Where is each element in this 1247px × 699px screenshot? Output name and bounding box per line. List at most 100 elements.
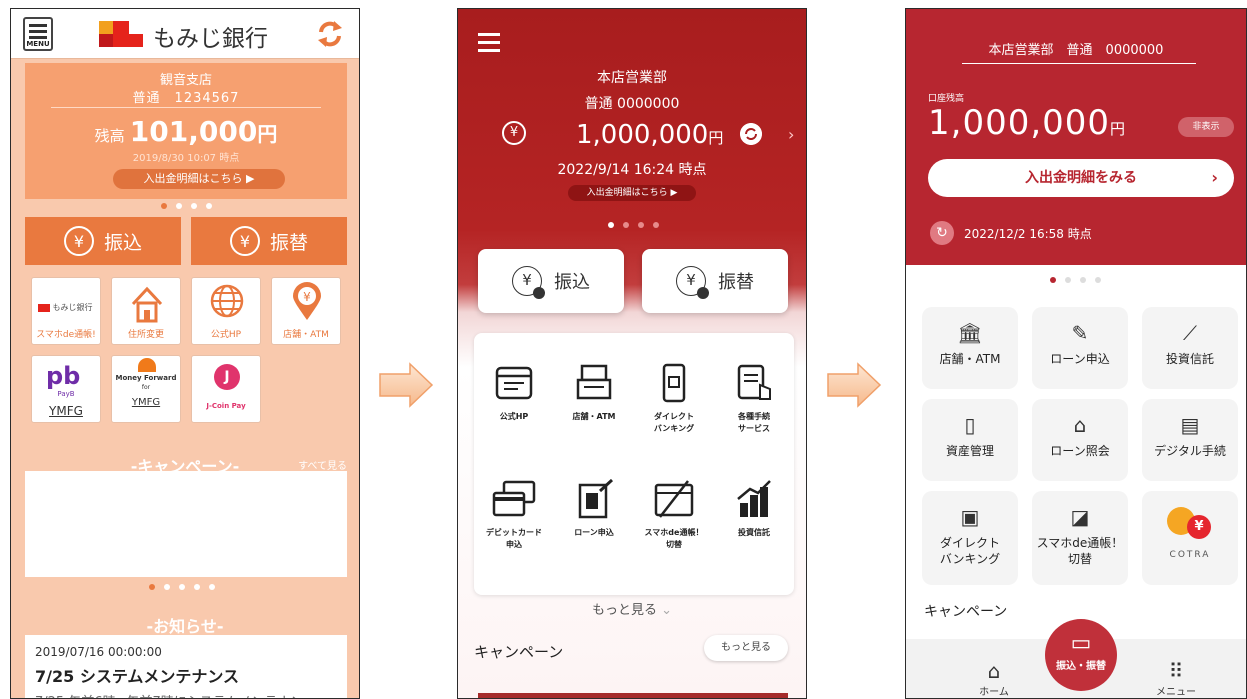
tile-label: デジタル手続 xyxy=(1154,444,1226,458)
account-header: 本店営業部 普通 0000000 口座残高 1,000,000円 非表示 入出金… xyxy=(906,9,1246,265)
smartphone-bank-icon xyxy=(662,363,686,403)
refresh-icon[interactable]: ↻ xyxy=(930,221,954,245)
menu-item-label: ローン申込 xyxy=(574,528,614,537)
tile-label: スマホde通帳！ 切替 xyxy=(1036,536,1124,566)
refresh-icon[interactable] xyxy=(315,19,345,49)
menu-item-passbook-switch[interactable]: スマホde通帳！ 切替 xyxy=(634,479,714,551)
hide-balance-icon[interactable]: ¥ xyxy=(502,121,526,145)
menu-item-loan-apply[interactable]: ローン申込 xyxy=(554,478,634,539)
balance-unit: 円 xyxy=(257,122,278,146)
balance-timestamp: 2022/12/2 16:58 時点 xyxy=(964,227,1092,241)
menu-item-procedures[interactable]: 各種手続 サービス xyxy=(714,363,794,435)
campaign-banner[interactable] xyxy=(478,693,788,698)
grid-menu-icon: ⠿ xyxy=(1168,659,1184,683)
tab-menu[interactable]: ⠿ メニュー xyxy=(1126,659,1226,698)
exchange-button[interactable]: ¥ 振替 xyxy=(191,217,347,265)
payb-logo-icon: pb xyxy=(46,362,81,390)
exchange-button[interactable]: ¥ 振替 xyxy=(642,249,788,313)
transaction-detail-button[interactable]: 入出金明細をみる › xyxy=(928,159,1234,197)
tile-investment[interactable]: ⟋ 投資信託 xyxy=(1142,307,1238,389)
menu-button[interactable]: MENU xyxy=(23,17,53,51)
tile-label: COTRA xyxy=(1169,550,1211,560)
header-bar: MENU もみじ銀行 xyxy=(11,9,359,59)
tile-label: YMFG xyxy=(49,404,83,418)
menu-item-investment[interactable]: 投資信託 xyxy=(714,479,794,539)
branch-name: 観音支店 xyxy=(159,73,212,88)
campaign-more-button[interactable]: もっと見る xyxy=(704,635,788,661)
tile-address-change[interactable]: 住所変更 xyxy=(111,277,181,345)
balance-timestamp: 2022/9/14 16:24 時点 xyxy=(557,162,707,178)
jcoin-logo-icon: J xyxy=(214,364,240,390)
passbook-icon: ◪ xyxy=(1070,505,1090,529)
tile-money-forward[interactable]: Money Forward for YMFG xyxy=(111,355,181,423)
app-screen-old: MENU もみじ銀行 観音支店 普通 1234567 残高 101,000円 2… xyxy=(10,8,360,699)
refresh-icon[interactable] xyxy=(740,123,762,145)
credit-card-icon xyxy=(492,480,536,517)
tile-atm[interactable]: ¥ 店舗・ATM xyxy=(271,277,341,345)
tile-passbook-switch[interactable]: ◪ スマホde通帳！ 切替 xyxy=(1032,491,1128,585)
svg-text:¥: ¥ xyxy=(303,290,311,304)
carousel-dots xyxy=(161,203,212,209)
menu-item-direct-banking[interactable]: ダイレクト バンキング xyxy=(634,363,714,435)
transfer-button[interactable]: ¥ 振込 xyxy=(25,217,181,265)
transaction-detail-link[interactable]: 入出金明細はこちら ▶ xyxy=(113,169,285,189)
app-screen-new: 本店営業部 普通 0000000 口座残高 1,000,000円 非表示 入出金… xyxy=(905,8,1247,699)
bank-name: もみじ銀行 xyxy=(153,26,268,52)
bank-icon: 🏛 xyxy=(957,321,983,345)
branch-name: 本店営業部 xyxy=(597,70,667,86)
tile-loan-apply[interactable]: ✎ ローン申込 xyxy=(1032,307,1128,389)
tile-label: 店舗・ATM xyxy=(283,330,329,340)
atm-icon xyxy=(576,364,612,400)
see-all-link[interactable]: すべて見る xyxy=(298,457,347,472)
tile-loan-inquiry[interactable]: ⌂ ローン照会 xyxy=(1032,399,1128,481)
tile-jcoin-pay[interactable]: J J-Coin Pay xyxy=(191,355,261,423)
tab-home[interactable]: ⌂ ホーム xyxy=(944,659,1044,698)
cotra-logo-icon: ¥ xyxy=(1167,503,1213,543)
tile-official-site[interactable]: 公式HP xyxy=(191,277,261,345)
next-account-chevron-icon[interactable]: › xyxy=(788,125,794,144)
tile-direct-banking[interactable]: ▣ ダイレクト バンキング xyxy=(922,491,1018,585)
hide-balance-button[interactable]: 非表示 xyxy=(1178,117,1234,137)
tile-atm[interactable]: 🏛 店舗・ATM xyxy=(922,307,1018,389)
yen-transfer-icon: ¥ xyxy=(512,266,545,299)
chevron-down-icon: ⌄ xyxy=(661,603,673,618)
tile-asset-management[interactable]: ▯ 資産管理 xyxy=(922,399,1018,481)
chevron-right-icon: › xyxy=(1211,168,1218,187)
tile-passbook[interactable]: もみじ銀行 スマホde通帳! xyxy=(31,277,101,345)
tile-cotra[interactable]: ¥ COTRA xyxy=(1142,491,1238,585)
menu-item-atm[interactable]: 店舗・ATM xyxy=(554,363,634,423)
transfer-button[interactable]: ¥ 振込 xyxy=(478,249,624,313)
menu-item-official-site[interactable]: 公式HP xyxy=(474,363,554,423)
show-more-link[interactable]: もっと見る ⌄ xyxy=(458,599,806,618)
tile-label: 公式HP xyxy=(210,330,242,340)
transfer-label: 振込 xyxy=(554,272,590,293)
bar-chart-icon xyxy=(737,480,771,517)
tile-label: ダイレクト バンキング xyxy=(939,536,1001,566)
home-icon: ⌂ xyxy=(987,659,1001,683)
tile-label: YMFG xyxy=(131,397,161,408)
yen-exchange-icon: ¥ xyxy=(229,226,260,256)
tile-payb[interactable]: pb PayB YMFG xyxy=(31,355,101,423)
tile-label: J-Coin Pay xyxy=(206,402,246,410)
arrow-right-icon xyxy=(379,362,434,408)
menu-item-debit-card[interactable]: デビットカード 申込 xyxy=(474,479,554,551)
money-forward-logo-icon xyxy=(138,358,156,372)
campaign-heading: キャンペーン xyxy=(474,643,564,661)
transfer-exchange-fab[interactable]: ▭ 振込・振替 xyxy=(1045,619,1117,691)
balance-amount: 1,000,000円 xyxy=(928,103,1127,143)
campaign-banner[interactable] xyxy=(25,471,347,577)
tile-digital-procedures[interactable]: ▤ デジタル手続 xyxy=(1142,399,1238,481)
hamburger-menu-icon[interactable] xyxy=(478,33,500,57)
menu-item-label: 投資信託 xyxy=(738,528,770,537)
account-number: 普通 0000000 xyxy=(584,96,680,112)
news-body: 7/25 午前6時~午前7時にシステムメンテナン xyxy=(35,691,337,698)
menu-label: MENU xyxy=(26,40,50,48)
transfer-label: 振込 xyxy=(103,231,142,254)
news-card[interactable]: 2019/07/16 00:00:00 7/25 システムメンテナンス 7/25… xyxy=(25,635,347,698)
campaign-heading: キャンペーン xyxy=(924,604,1008,620)
divider xyxy=(51,107,321,108)
form-pen-icon xyxy=(578,478,614,519)
transaction-detail-link[interactable]: 入出金明細はこちら ▶ xyxy=(568,185,696,201)
exchange-label: 振替 xyxy=(718,272,754,293)
tile-label: 資産管理 xyxy=(945,444,994,458)
